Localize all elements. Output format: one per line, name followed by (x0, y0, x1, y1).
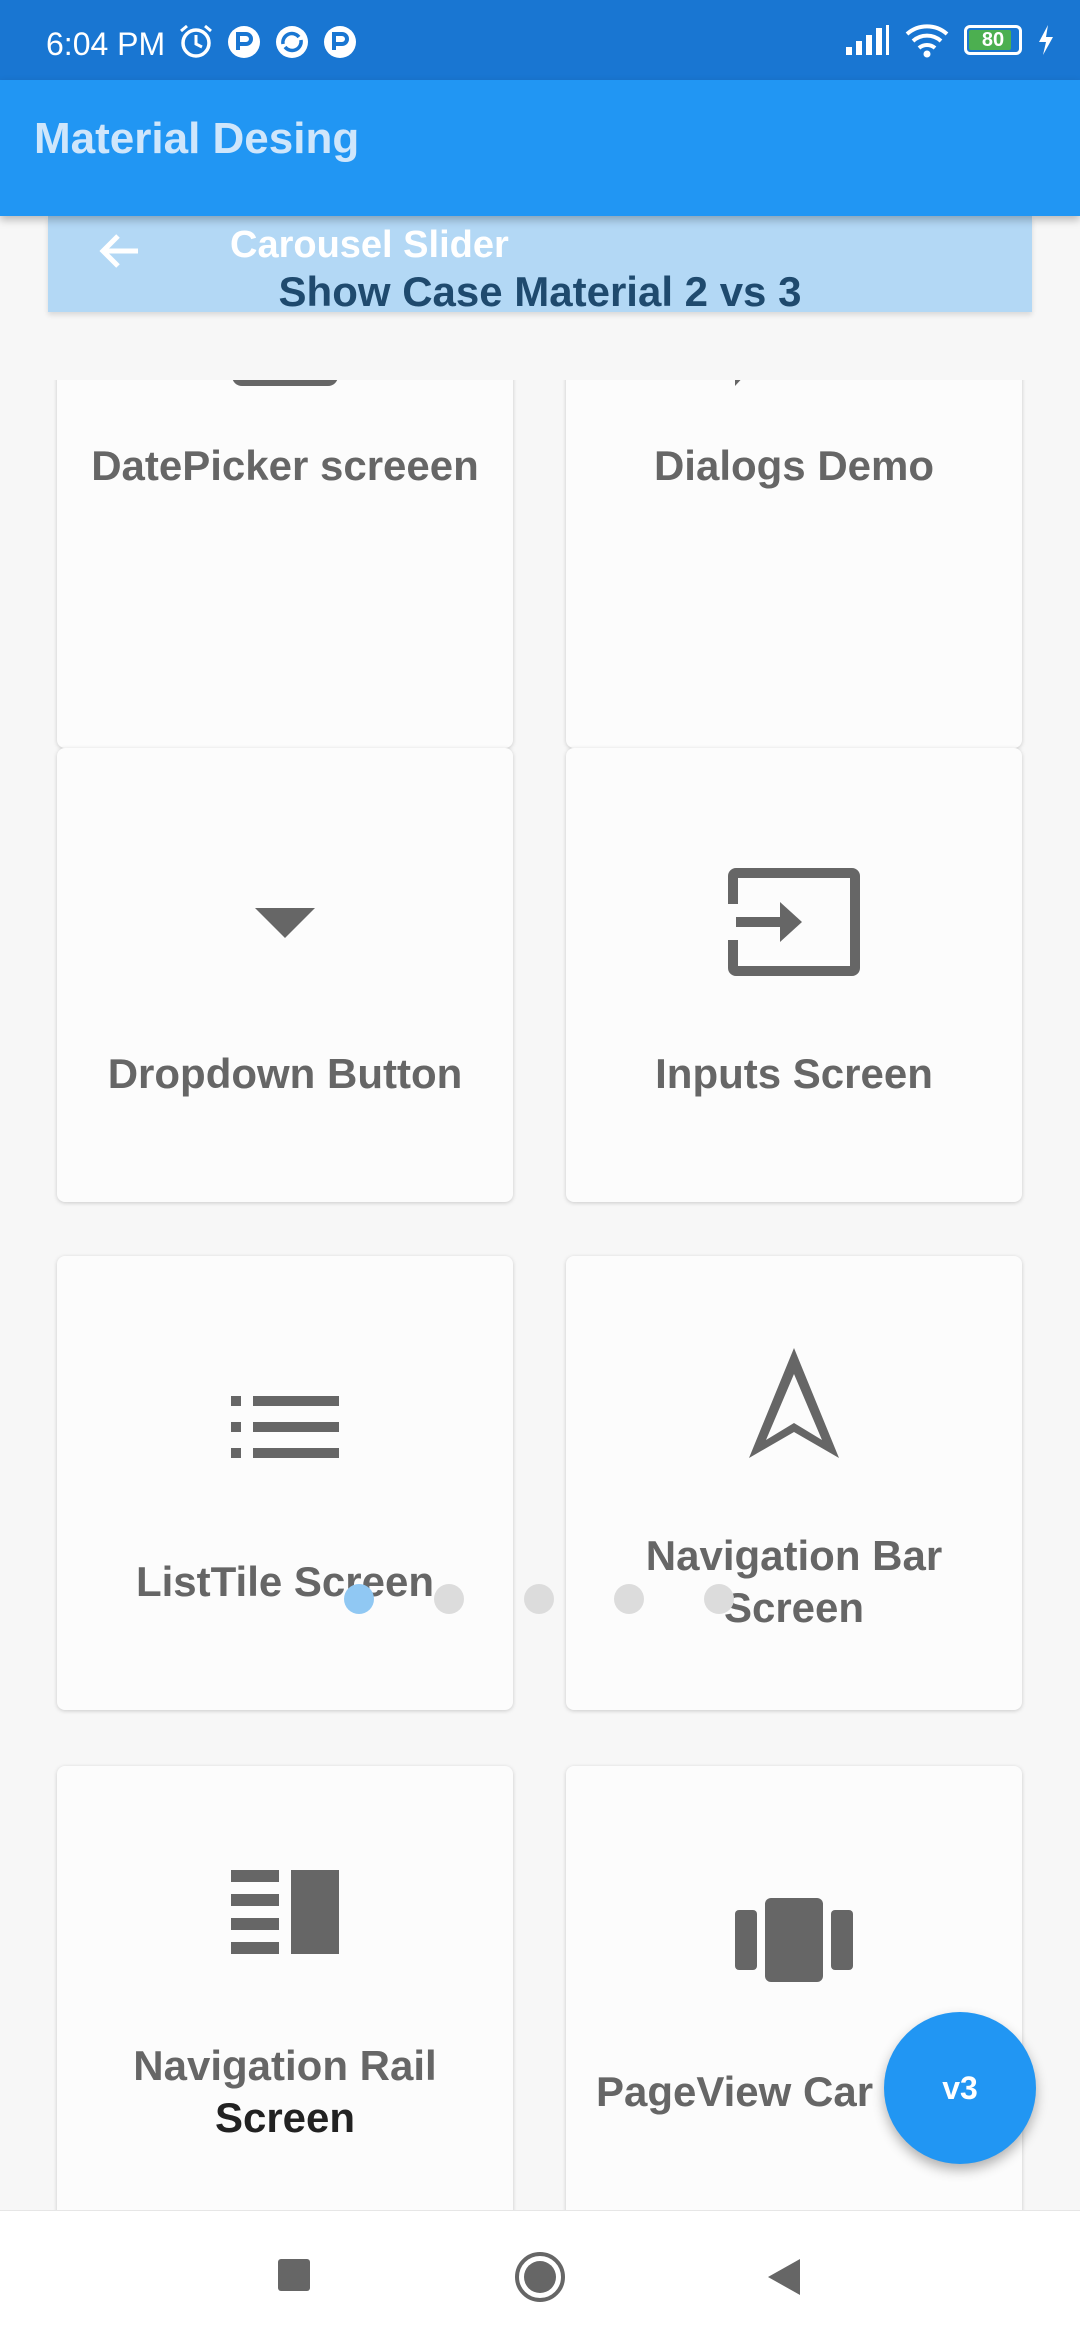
list-icon (231, 1396, 339, 1458)
carousel-dot[interactable] (614, 1584, 644, 1614)
card-label: Navigation Bar Screen (576, 1530, 1012, 1634)
version-toggle-fab[interactable]: v3 (884, 2012, 1036, 2164)
app-title: Material Desing (34, 114, 360, 163)
card-listtile[interactable]: ListTile Screen (57, 1256, 513, 1710)
system-nav-bar (0, 2210, 1080, 2341)
sync-icon (276, 26, 308, 58)
card-label: Navigation Rail Screen (67, 2040, 503, 2144)
card-label: Dropdown Button (107, 1050, 463, 1097)
card-label: DatePicker screeen (91, 442, 479, 489)
card-label-line: Navigation Bar (645, 1532, 943, 1579)
home-icon[interactable] (514, 2251, 566, 2303)
notification-icon (228, 26, 260, 58)
battery-level: 80 (981, 29, 1005, 51)
input-icon (728, 868, 860, 976)
chat-bubble-icon (735, 380, 741, 386)
card-label-line: Screen (723, 1584, 865, 1631)
view-carousel-icon (735, 1898, 853, 1982)
back-icon[interactable] (766, 2257, 802, 2297)
status-icons-right: 80 (844, 22, 1056, 58)
carousel-title: Carousel Slider (230, 224, 509, 266)
card-label-line: Screen (214, 2094, 356, 2141)
recents-icon[interactable] (276, 2257, 312, 2293)
card-label: Dialogs Demo (653, 442, 935, 489)
carousel-indicator (344, 1584, 734, 1614)
card-label: PageView Car (596, 2068, 874, 2115)
carousel-dot[interactable] (704, 1584, 734, 1614)
view-sidebar-icon (231, 1870, 339, 1954)
navigation-icon (749, 1348, 839, 1458)
card-navigation-bar[interactable]: Navigation Bar Screen (566, 1256, 1022, 1710)
wifi-icon (905, 24, 949, 58)
notification-icon (324, 26, 356, 58)
carousel-dot-active[interactable] (344, 1584, 374, 1614)
status-icons-left (176, 22, 360, 62)
alarm-icon (180, 24, 212, 58)
screen-grid: DatePicker screeen Dialogs Demo Dropdown… (0, 380, 1080, 2210)
app-bar: Material Desing (0, 80, 1080, 216)
carousel-subtitle: Show Case Material 2 vs 3 (278, 268, 802, 315)
carousel-dot[interactable] (524, 1584, 554, 1614)
status-bar: 6:04 PM 80 (0, 0, 1080, 80)
carousel-dot[interactable] (434, 1584, 464, 1614)
card-label-line: Navigation Rail (133, 2042, 437, 2089)
card-navigation-rail[interactable]: Navigation Rail Screen (57, 1766, 513, 2210)
card-label: Inputs Screen (655, 1050, 933, 1097)
card-dialogs[interactable]: Dialogs Demo (566, 380, 1022, 748)
carousel-slider[interactable]: Carousel Slider Show Case Material 2 vs … (48, 216, 1032, 315)
signal-icon (846, 25, 889, 55)
card-inputs[interactable]: Inputs Screen (566, 748, 1022, 1202)
calendar-icon (232, 380, 338, 386)
card-dropdown[interactable]: Dropdown Button (57, 748, 513, 1202)
charging-icon (1039, 25, 1053, 55)
card-datepicker[interactable]: DatePicker screeen (57, 380, 513, 748)
status-time: 6:04 PM (46, 26, 166, 62)
dropdown-arrow-icon (255, 908, 315, 938)
battery-icon: 80 (964, 25, 1022, 55)
